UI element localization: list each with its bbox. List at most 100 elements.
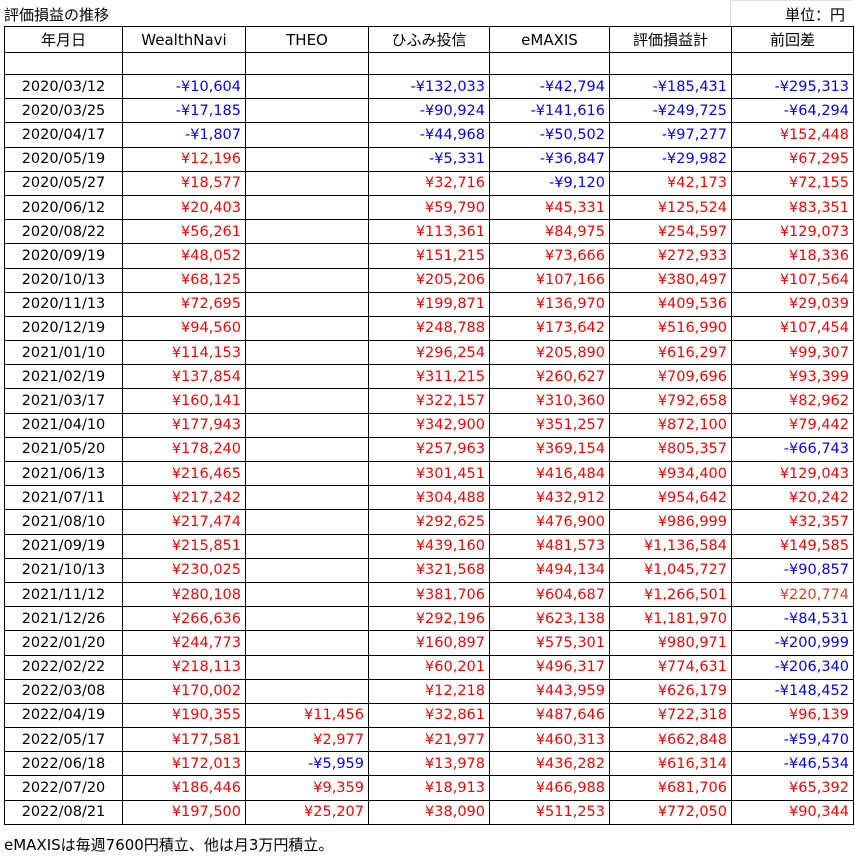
- diff-cell: ¥72,155: [731, 170, 854, 196]
- date-cell: 2021/03/17: [4, 388, 123, 414]
- header-hifumi: ひふみ投信: [368, 26, 490, 53]
- table-row: 2022/06/18 ¥172,013 -¥5,959 ¥13,978 ¥436,282…: [4, 751, 854, 777]
- table-row: 2021/09/19 ¥215,851 ¥439,160 ¥481,573 ¥1,136…: [4, 533, 854, 559]
- total-cell: ¥125,524: [609, 194, 732, 221]
- table-row: 2021/07/11 ¥217,242 ¥304,488 ¥432,912 ¥954,6…: [4, 485, 854, 511]
- table-row: 2021/06/13 ¥216,465 ¥301,451 ¥416,484 ¥934,4…: [4, 460, 854, 487]
- emaxis-cell: ¥496,317: [489, 654, 610, 680]
- table-row: 2020/09/19 ¥48,052 ¥151,215 ¥73,666 ¥272,933…: [4, 243, 854, 269]
- table-row: 2020/05/19 ¥12,196 -¥5,331 -¥36,847 -¥29,982…: [4, 146, 854, 172]
- theo-cell: [245, 557, 369, 583]
- table-row: 2020/12/19 ¥94,560 ¥248,788 ¥173,642 ¥516,99…: [4, 315, 854, 342]
- diff-cell: ¥93,399: [731, 364, 854, 390]
- diff-cell: ¥82,962: [731, 388, 854, 414]
- theo-cell: [245, 291, 369, 317]
- total-cell: ¥254,597: [609, 219, 732, 245]
- table-row: 2021/01/10 ¥114,153 ¥296,254 ¥205,890 ¥616,2…: [4, 340, 854, 366]
- emaxis-cell: ¥623,138: [489, 606, 610, 632]
- total-cell: -¥29,982: [609, 146, 732, 172]
- hifumi-cell: ¥381,706: [368, 581, 490, 608]
- theo-cell: [245, 194, 369, 221]
- theo-cell: ¥2,977: [245, 727, 369, 753]
- date-cell: 2021/11/12: [4, 581, 123, 608]
- theo-cell: [245, 243, 369, 269]
- emaxis-cell: ¥260,627: [489, 364, 610, 390]
- total-cell: ¥986,999: [609, 509, 732, 535]
- table-row: 2022/08/21 ¥197,500 ¥25,207 ¥38,090 ¥511,253…: [4, 799, 854, 825]
- wealthnavi-cell: ¥216,465: [122, 460, 246, 487]
- diff-cell: -¥84,531: [731, 606, 854, 632]
- total-cell: ¥1,045,727: [609, 557, 732, 583]
- hifumi-cell: -¥5,331: [368, 146, 490, 172]
- hifumi-cell: ¥13,978: [368, 751, 490, 777]
- diff-cell: -¥64,294: [731, 98, 854, 124]
- total-cell: ¥409,536: [609, 291, 732, 317]
- total-cell: ¥1,266,501: [609, 581, 732, 608]
- hifumi-cell: ¥38,090: [368, 799, 490, 825]
- total-cell: ¥272,933: [609, 243, 732, 269]
- emaxis-cell: -¥50,502: [489, 122, 610, 148]
- hifumi-cell: ¥439,160: [368, 533, 490, 559]
- theo-cell: [245, 678, 369, 704]
- table-row: 2021/04/10 ¥177,943 ¥342,900 ¥351,257 ¥872,1…: [4, 412, 854, 438]
- header-diff: 前回差: [731, 26, 854, 53]
- date-cell: 2021/06/13: [4, 460, 123, 487]
- emaxis-cell: ¥84,975: [489, 219, 610, 245]
- hifumi-cell: ¥113,361: [368, 219, 490, 245]
- header-theo: THEO: [245, 26, 369, 53]
- date-cell: 2022/05/17: [4, 727, 123, 753]
- theo-cell: [245, 606, 369, 632]
- emaxis-cell: -¥42,794: [489, 73, 610, 100]
- emaxis-cell: ¥511,253: [489, 799, 610, 825]
- table-row: 2022/02/22 ¥218,113 ¥60,201 ¥496,317 ¥774,63…: [4, 654, 854, 680]
- hifumi-cell: ¥311,215: [368, 364, 490, 390]
- hifumi-cell: ¥21,977: [368, 727, 490, 753]
- diff-cell: ¥20,242: [731, 485, 854, 511]
- hifumi-cell: -¥44,968: [368, 122, 490, 148]
- spacer-cell: [731, 52, 854, 75]
- diff-cell: ¥18,336: [731, 243, 854, 269]
- hifumi-cell: ¥292,196: [368, 606, 490, 632]
- date-cell: 2022/04/19: [4, 702, 123, 729]
- theo-cell: [245, 412, 369, 438]
- wealthnavi-cell: ¥170,002: [122, 678, 246, 704]
- table-row: 2020/06/12 ¥20,403 ¥59,790 ¥45,331 ¥125,524 ¥…: [4, 194, 854, 221]
- emaxis-cell: ¥136,970: [489, 291, 610, 317]
- wealthnavi-cell: ¥94,560: [122, 315, 246, 342]
- wealthnavi-cell: ¥160,141: [122, 388, 246, 414]
- diff-cell: ¥32,357: [731, 509, 854, 535]
- date-cell: 2021/12/26: [4, 606, 123, 632]
- date-cell: 2020/10/13: [4, 267, 123, 293]
- date-cell: 2022/08/21: [4, 799, 123, 825]
- table-row: 2020/03/25 -¥17,185 -¥90,924 -¥141,616 -¥249…: [4, 98, 854, 124]
- table-row: 2021/03/17 ¥160,141 ¥322,157 ¥310,360 ¥792,6…: [4, 388, 854, 414]
- emaxis-cell: -¥9,120: [489, 170, 610, 196]
- wealthnavi-cell: ¥266,636: [122, 606, 246, 632]
- emaxis-cell: ¥351,257: [489, 412, 610, 438]
- wealthnavi-cell: ¥12,196: [122, 146, 246, 172]
- total-cell: ¥934,400: [609, 460, 732, 487]
- total-cell: ¥772,050: [609, 799, 732, 825]
- date-cell: 2020/05/19: [4, 146, 123, 172]
- emaxis-cell: -¥36,847: [489, 146, 610, 172]
- theo-cell: [245, 436, 369, 463]
- total-cell: ¥616,297: [609, 340, 732, 366]
- date-cell: 2020/05/27: [4, 170, 123, 196]
- table-row: 2020/05/27 ¥18,577 ¥32,716 -¥9,120 ¥42,173 ¥7…: [4, 170, 854, 196]
- unit-label: 単位：円: [784, 6, 845, 24]
- theo-cell: [245, 170, 369, 196]
- theo-cell: [245, 581, 369, 608]
- wealthnavi-cell: ¥215,851: [122, 533, 246, 559]
- emaxis-cell: ¥436,282: [489, 751, 610, 777]
- total-cell: ¥954,642: [609, 485, 732, 511]
- diff-cell: ¥107,454: [731, 315, 854, 342]
- diff-cell: ¥65,392: [731, 775, 854, 801]
- date-cell: 2021/07/11: [4, 485, 123, 511]
- diff-cell: ¥107,564: [731, 267, 854, 293]
- table-row: 2022/03/08 ¥170,002 ¥12,218 ¥443,959 ¥626,17…: [4, 678, 854, 704]
- date-cell: 2020/08/22: [4, 219, 123, 245]
- sheet-title: 評価損益の推移: [4, 6, 110, 24]
- wealthnavi-cell: ¥137,854: [122, 364, 246, 390]
- emaxis-cell: ¥487,646: [489, 702, 610, 729]
- wealthnavi-cell: -¥10,604: [122, 73, 246, 100]
